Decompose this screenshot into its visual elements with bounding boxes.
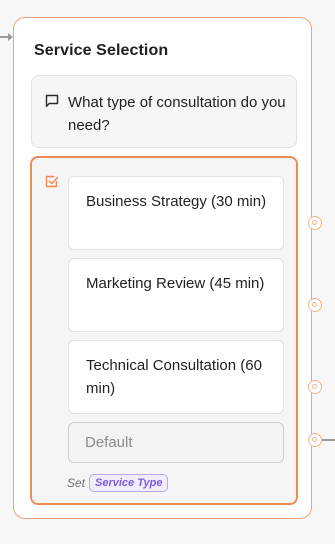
output-port-business-strategy[interactable] — [308, 216, 322, 230]
service-selection-node[interactable]: Service Selection What type of consultat… — [13, 17, 312, 519]
output-port-marketing-review[interactable] — [308, 298, 322, 312]
question-block[interactable]: What type of consultation do you need? — [31, 75, 297, 148]
choice-option-marketing-review[interactable]: Marketing Review (45 min) — [68, 258, 284, 332]
set-variable-row: Set Service Type — [67, 473, 169, 493]
node-title: Service Selection — [34, 42, 169, 59]
output-port-technical-consultation[interactable] — [308, 380, 322, 394]
set-label: Set — [67, 476, 86, 490]
question-text: What type of consultation do you need? — [68, 94, 286, 134]
outgoing-connector-line — [322, 439, 335, 441]
choice-option-technical-consultation[interactable]: Technical Consultation (60 min) — [68, 340, 284, 414]
checkbox-checked-icon — [45, 175, 59, 188]
choice-option-label: Marketing Review (45 min) — [86, 275, 265, 292]
choice-option-business-strategy[interactable]: Business Strategy (30 min) — [68, 176, 284, 250]
flow-canvas: Service Selection What type of consultat… — [0, 0, 335, 544]
message-square-icon — [45, 94, 59, 107]
choice-option-label: Technical Consultation (60 min) — [86, 357, 262, 397]
choice-option-label: Business Strategy (30 min) — [86, 193, 267, 210]
variable-chip[interactable]: Service Type — [89, 474, 169, 492]
default-choice-input[interactable] — [68, 422, 284, 463]
choices-block[interactable]: Business Strategy (30 min) Marketing Rev… — [30, 156, 298, 505]
output-port-default[interactable] — [308, 433, 322, 447]
